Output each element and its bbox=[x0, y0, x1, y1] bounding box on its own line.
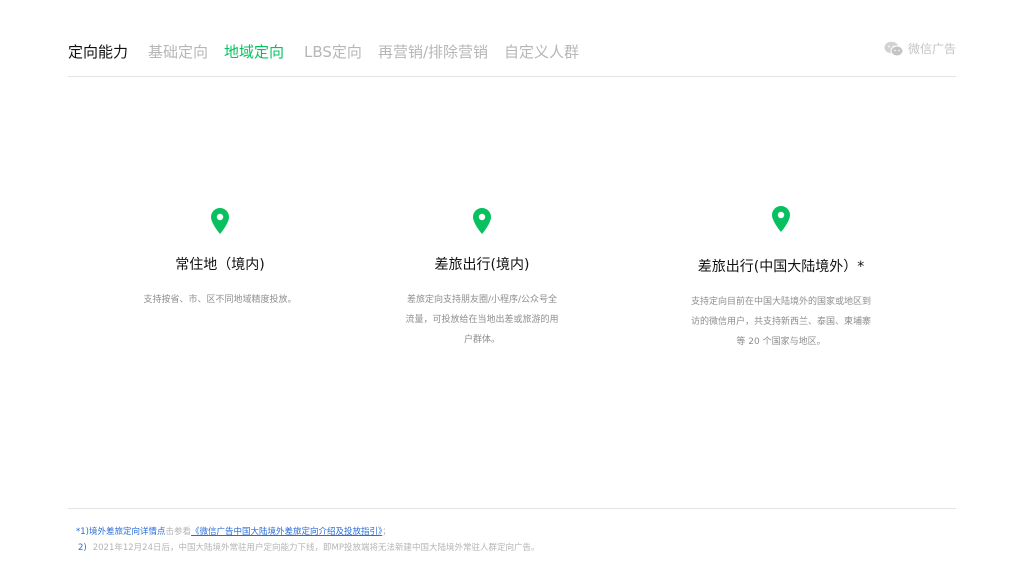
tab-region-targeting[interactable]: 地域定向 bbox=[224, 41, 284, 62]
note-2-number: 2) bbox=[78, 543, 87, 553]
wechat-icon bbox=[884, 41, 904, 56]
note-1: *1)境外差旅定向详情点击参看《微信广告中国大陆境外差旅定向介绍及投放指引》； bbox=[76, 525, 391, 537]
brand-name: 微信广告 bbox=[907, 42, 956, 56]
note-2: 2) 2021年12月24日后，中国大陆境外常驻用户定向能力下线，即MP投放端将无… bbox=[78, 541, 539, 553]
card-description: 差旅定向支持朋友圈/小程序/公众号全流量，可投放给在当地出差或旅游的用户群体。 bbox=[405, 295, 559, 345]
tab-lbs-targeting[interactable]: LBS定向 bbox=[304, 41, 362, 62]
location-pin-icon bbox=[211, 208, 229, 234]
tab-remarketing[interactable]: 再营销/排除营销 bbox=[378, 41, 488, 62]
card-description: 支持定向目前在中国大陆境外的国家或地区到访的微信用户，共支持新西兰、泰国、柬埔寨… bbox=[691, 297, 872, 347]
tab-list: 基础定向 地域定向 LBS定向 再营销/排除营销 自定义人群 bbox=[148, 41, 595, 62]
guide-link[interactable]: 《微信广告中国大陆境外差旅定向介绍及投放指引》 bbox=[191, 527, 382, 537]
tab-basic-targeting[interactable]: 基础定向 bbox=[148, 41, 208, 62]
header-bar: 定向能力 基础定向 地域定向 LBS定向 再营销/排除营销 自定义人群 微信广告 bbox=[68, 38, 956, 77]
note-2-text: 2021年12月24日后，中国大陆境外常驻用户定向能力下线，即MP投放端将无法新… bbox=[92, 543, 540, 553]
note-1-mid: 击参看 bbox=[165, 527, 191, 537]
page-title: 定向能力 bbox=[68, 43, 129, 61]
card-domestic-travel: 差旅出行(境内) 差旅定向支持朋友圈/小程序/公众号全流量，可投放给在当地出差或… bbox=[402, 208, 562, 350]
card-title: 差旅出行(中国大陆境外）* bbox=[697, 259, 865, 275]
brand-logo: 微信广告 bbox=[884, 40, 956, 57]
note-1-suffix: ； bbox=[382, 527, 391, 537]
tab-custom-audience[interactable]: 自定义人群 bbox=[504, 41, 579, 62]
card-title: 差旅出行(境内) bbox=[434, 257, 530, 273]
card-overseas-travel: 差旅出行(中国大陆境外）* 支持定向目前在中国大陆境外的国家或地区到访的微信用户… bbox=[690, 206, 872, 352]
location-pin-icon bbox=[473, 208, 491, 234]
note-1-prefix: *1)境外差旅定向详情点 bbox=[76, 527, 166, 537]
card-description: 支持按省、市、区不同地域精度投放。 bbox=[143, 295, 297, 305]
footer-notes: *1)境外差旅定向详情点击参看《微信广告中国大陆境外差旅定向介绍及投放指引》； … bbox=[68, 508, 956, 553]
card-residence: 常住地（境内) 支持按省、市、区不同地域精度投放。 bbox=[140, 208, 300, 310]
location-pin-icon bbox=[772, 206, 790, 232]
card-title: 常住地（境内) bbox=[175, 257, 265, 273]
